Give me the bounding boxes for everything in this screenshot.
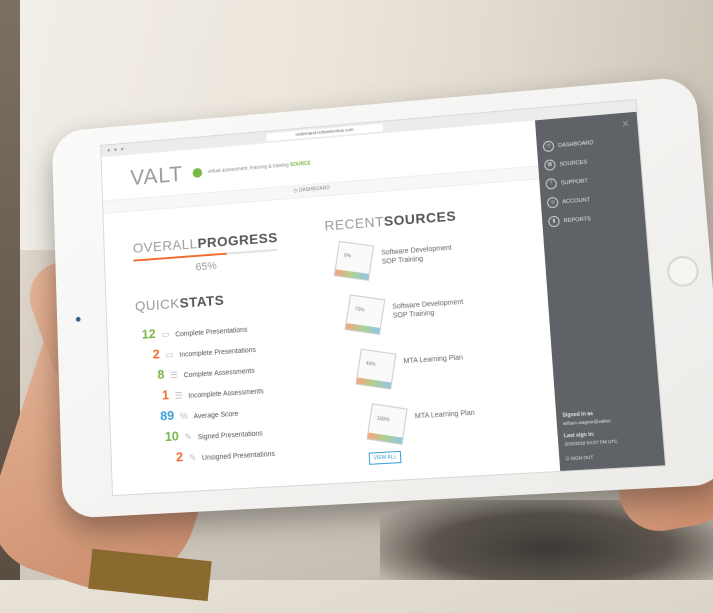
quick-stat-label: Signed Presentations (197, 430, 263, 442)
bar-chart-icon: ▮ (548, 215, 561, 228)
source-percent: 100% (376, 415, 390, 424)
fingerprint-icon: ◎ (546, 196, 559, 209)
quick-stat-row: 10 ✎ Signed Presentations (165, 423, 263, 444)
pen-icon: ✎ (184, 431, 193, 442)
progress-percent: 65% (195, 260, 217, 274)
quick-stats-heading: QUICKSTATS (134, 291, 225, 314)
tablet-screen: ● ● ● ondemand.richetelevirtus.com VALT … (100, 98, 667, 497)
clock-icon: ◷ (542, 140, 555, 153)
source-label: Software Development SOP Training (381, 244, 453, 267)
source-title: MTA Learning Plan (403, 354, 464, 366)
source-cube-icon: 0% (333, 240, 375, 281)
list-icon: ☰ (169, 369, 179, 381)
sidebar-item-label: SUPPORT (560, 178, 589, 187)
quick-stat-value: 2 (152, 346, 161, 362)
sleeve (88, 548, 212, 602)
source-percent: 45% (365, 360, 377, 368)
window-controls[interactable]: ● ● ● (107, 147, 125, 154)
valt-logo: VALT (129, 161, 184, 190)
front-camera (75, 316, 81, 322)
source-cube-icon: 100% (366, 403, 408, 445)
last-sign-in-label: Last sign in: (563, 431, 595, 440)
source-label: MTA Learning Plan (415, 409, 475, 422)
quick-stat-label: Complete Presentations (175, 326, 248, 339)
source-cube-edge (345, 323, 380, 334)
quick-stat-row: 2 ▭ Incomplete Presentations (146, 340, 257, 362)
quick-stat-row: 1 ☰ Incomplete Assessments (155, 381, 264, 403)
sidebar-item-sources[interactable]: ▦ SOURCES (543, 157, 588, 171)
source-title: MTA Learning Plan (414, 409, 475, 421)
list-icon: ☰ (174, 390, 183, 401)
recent-sources-list: 0% Software Development SOP Training 75% Sof… (102, 120, 535, 445)
dashboard-label[interactable]: ◷ DASHBOARD (293, 185, 330, 194)
main-content: VALT virtual assessment, learning & trai… (101, 120, 561, 496)
quick-stat-value: 89 (159, 407, 175, 424)
recent-sources-heading: RECENTSOURCES (324, 207, 457, 234)
quick-stat-value: 12 (141, 326, 156, 342)
sidebar-item-label: REPORTS (563, 216, 592, 225)
grid-icon: ▦ (543, 159, 556, 171)
quick-stat-label: Incomplete Presentations (179, 346, 257, 359)
source-cube-edge (356, 377, 392, 389)
quick-stat-value: 10 (164, 428, 180, 445)
quick-stat-label: Incomplete Assessments (188, 388, 264, 400)
sidebar-item-label: SOURCES (559, 159, 588, 168)
tagline-text: virtual assessment, learning & training (207, 162, 289, 175)
last-sign-in-value: 2/26/2018 04:07 PM UTC (564, 438, 618, 447)
quick-stat-row: 2 ✎ Unsigned Presentations (169, 444, 275, 465)
quick-stat-row: 8 ☰ Complete Assessments (151, 361, 255, 383)
quick-stat-value: 2 (175, 449, 184, 465)
signed-in-label: Signed in as (562, 410, 594, 419)
quick-stat-label: Average Score (193, 410, 239, 421)
quick-stat-label: Unsigned Presentations (201, 450, 276, 463)
tablet-device: ● ● ● ondemand.richetelevirtus.com VALT … (51, 76, 713, 519)
sidebar-item-reports[interactable]: ▮ REPORTS (548, 213, 592, 228)
home-button[interactable] (665, 254, 700, 288)
source-percent: 75% (354, 306, 365, 314)
percent-icon: % (179, 410, 188, 422)
quick-stat-row: 89% Average Score (160, 404, 239, 424)
pen-icon: ✎ (188, 452, 197, 463)
quick-stat-value: 1 (161, 387, 170, 403)
quick-stats-list: 12 ▭ Complete Presentations 2 ▭ Incomplete Pr… (102, 120, 535, 464)
source-cube-icon: 45% (355, 348, 397, 390)
signed-in-email: william.wagner@valtvu (562, 418, 611, 427)
source-cube-icon: 75% (344, 294, 386, 335)
monitor-icon: ▭ (165, 349, 174, 360)
sign-out-button[interactable]: ⎋ SIGN OUT (565, 455, 593, 462)
tagline-source: SOURCE (289, 160, 311, 169)
help-icon: ? (545, 177, 558, 190)
source-percent: 0% (343, 252, 352, 260)
source-label: Software Development SOP Training (392, 298, 464, 321)
sidebar-item-support[interactable]: ? SUPPORT (545, 175, 589, 190)
sidebar-item-label: ACCOUNT (562, 197, 591, 206)
quick-stat-value: 8 (157, 366, 165, 383)
source-label: MTA Learning Plan (403, 353, 463, 366)
sidebar-item-label: DASHBOARD (557, 140, 594, 149)
quick-stat-row: 12 ▭ Complete Presentations (142, 320, 248, 342)
tagline: virtual assessment, learning & training … (208, 161, 311, 175)
sidebar-item-dashboard[interactable]: ◷ DASHBOARD (542, 137, 594, 153)
view-all-button[interactable]: VIEW ALL (368, 450, 402, 465)
sidebar-item-account[interactable]: ◎ ACCOUNT (546, 194, 591, 209)
monitor-icon: ▭ (161, 329, 170, 340)
logo-badge-icon (192, 167, 203, 179)
source-cube-edge (367, 432, 403, 444)
source-cube-edge (334, 269, 369, 280)
quick-stat-label: Complete Assessments (183, 367, 255, 380)
close-icon[interactable]: × (621, 116, 629, 130)
